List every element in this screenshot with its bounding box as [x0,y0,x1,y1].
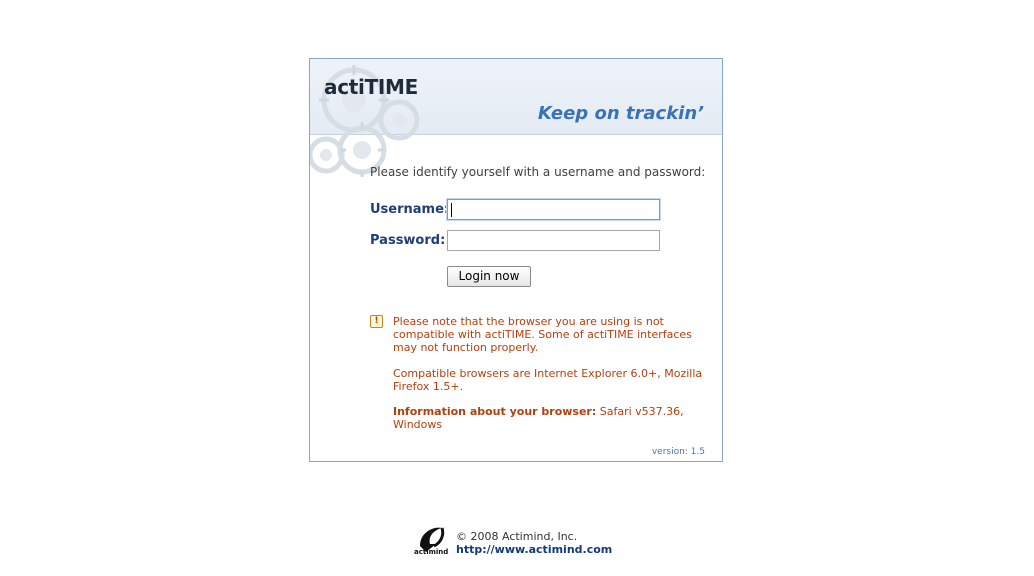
password-label: Password: [370,233,446,248]
actimind-website-link[interactable]: http://www.actimind.com [456,543,612,556]
version-label: version: 1.5 [651,447,705,457]
username-label: Username: [370,202,450,217]
footer: actimind © 2008 Actimind, Inc. http://ww… [414,522,634,562]
text-caret [451,203,452,217]
password-input[interactable] [447,230,660,251]
actimind-logo-text: actimind [414,548,449,556]
browser-warning-message: Please note that the browser you are usi… [393,315,692,354]
actitime-logo: actiTIME [324,75,419,99]
login-prompt: Please identify yourself with a username… [370,165,706,179]
login-button[interactable]: Login now [447,266,531,287]
copyright: © 2008 Actimind, Inc. [456,530,578,543]
username-input[interactable] [447,199,660,220]
warning-icon: ! [370,315,383,328]
login-panel: actiTIME Keep on trackin’ Please identif… [309,58,723,462]
compatible-browsers-text: Compatible browsers are Internet Explore… [393,367,703,393]
browser-info-label: Information about your browser: [393,405,597,418]
browser-info: Information about your browser: Safari v… [393,405,703,431]
tagline: Keep on trackin’ [537,103,704,124]
